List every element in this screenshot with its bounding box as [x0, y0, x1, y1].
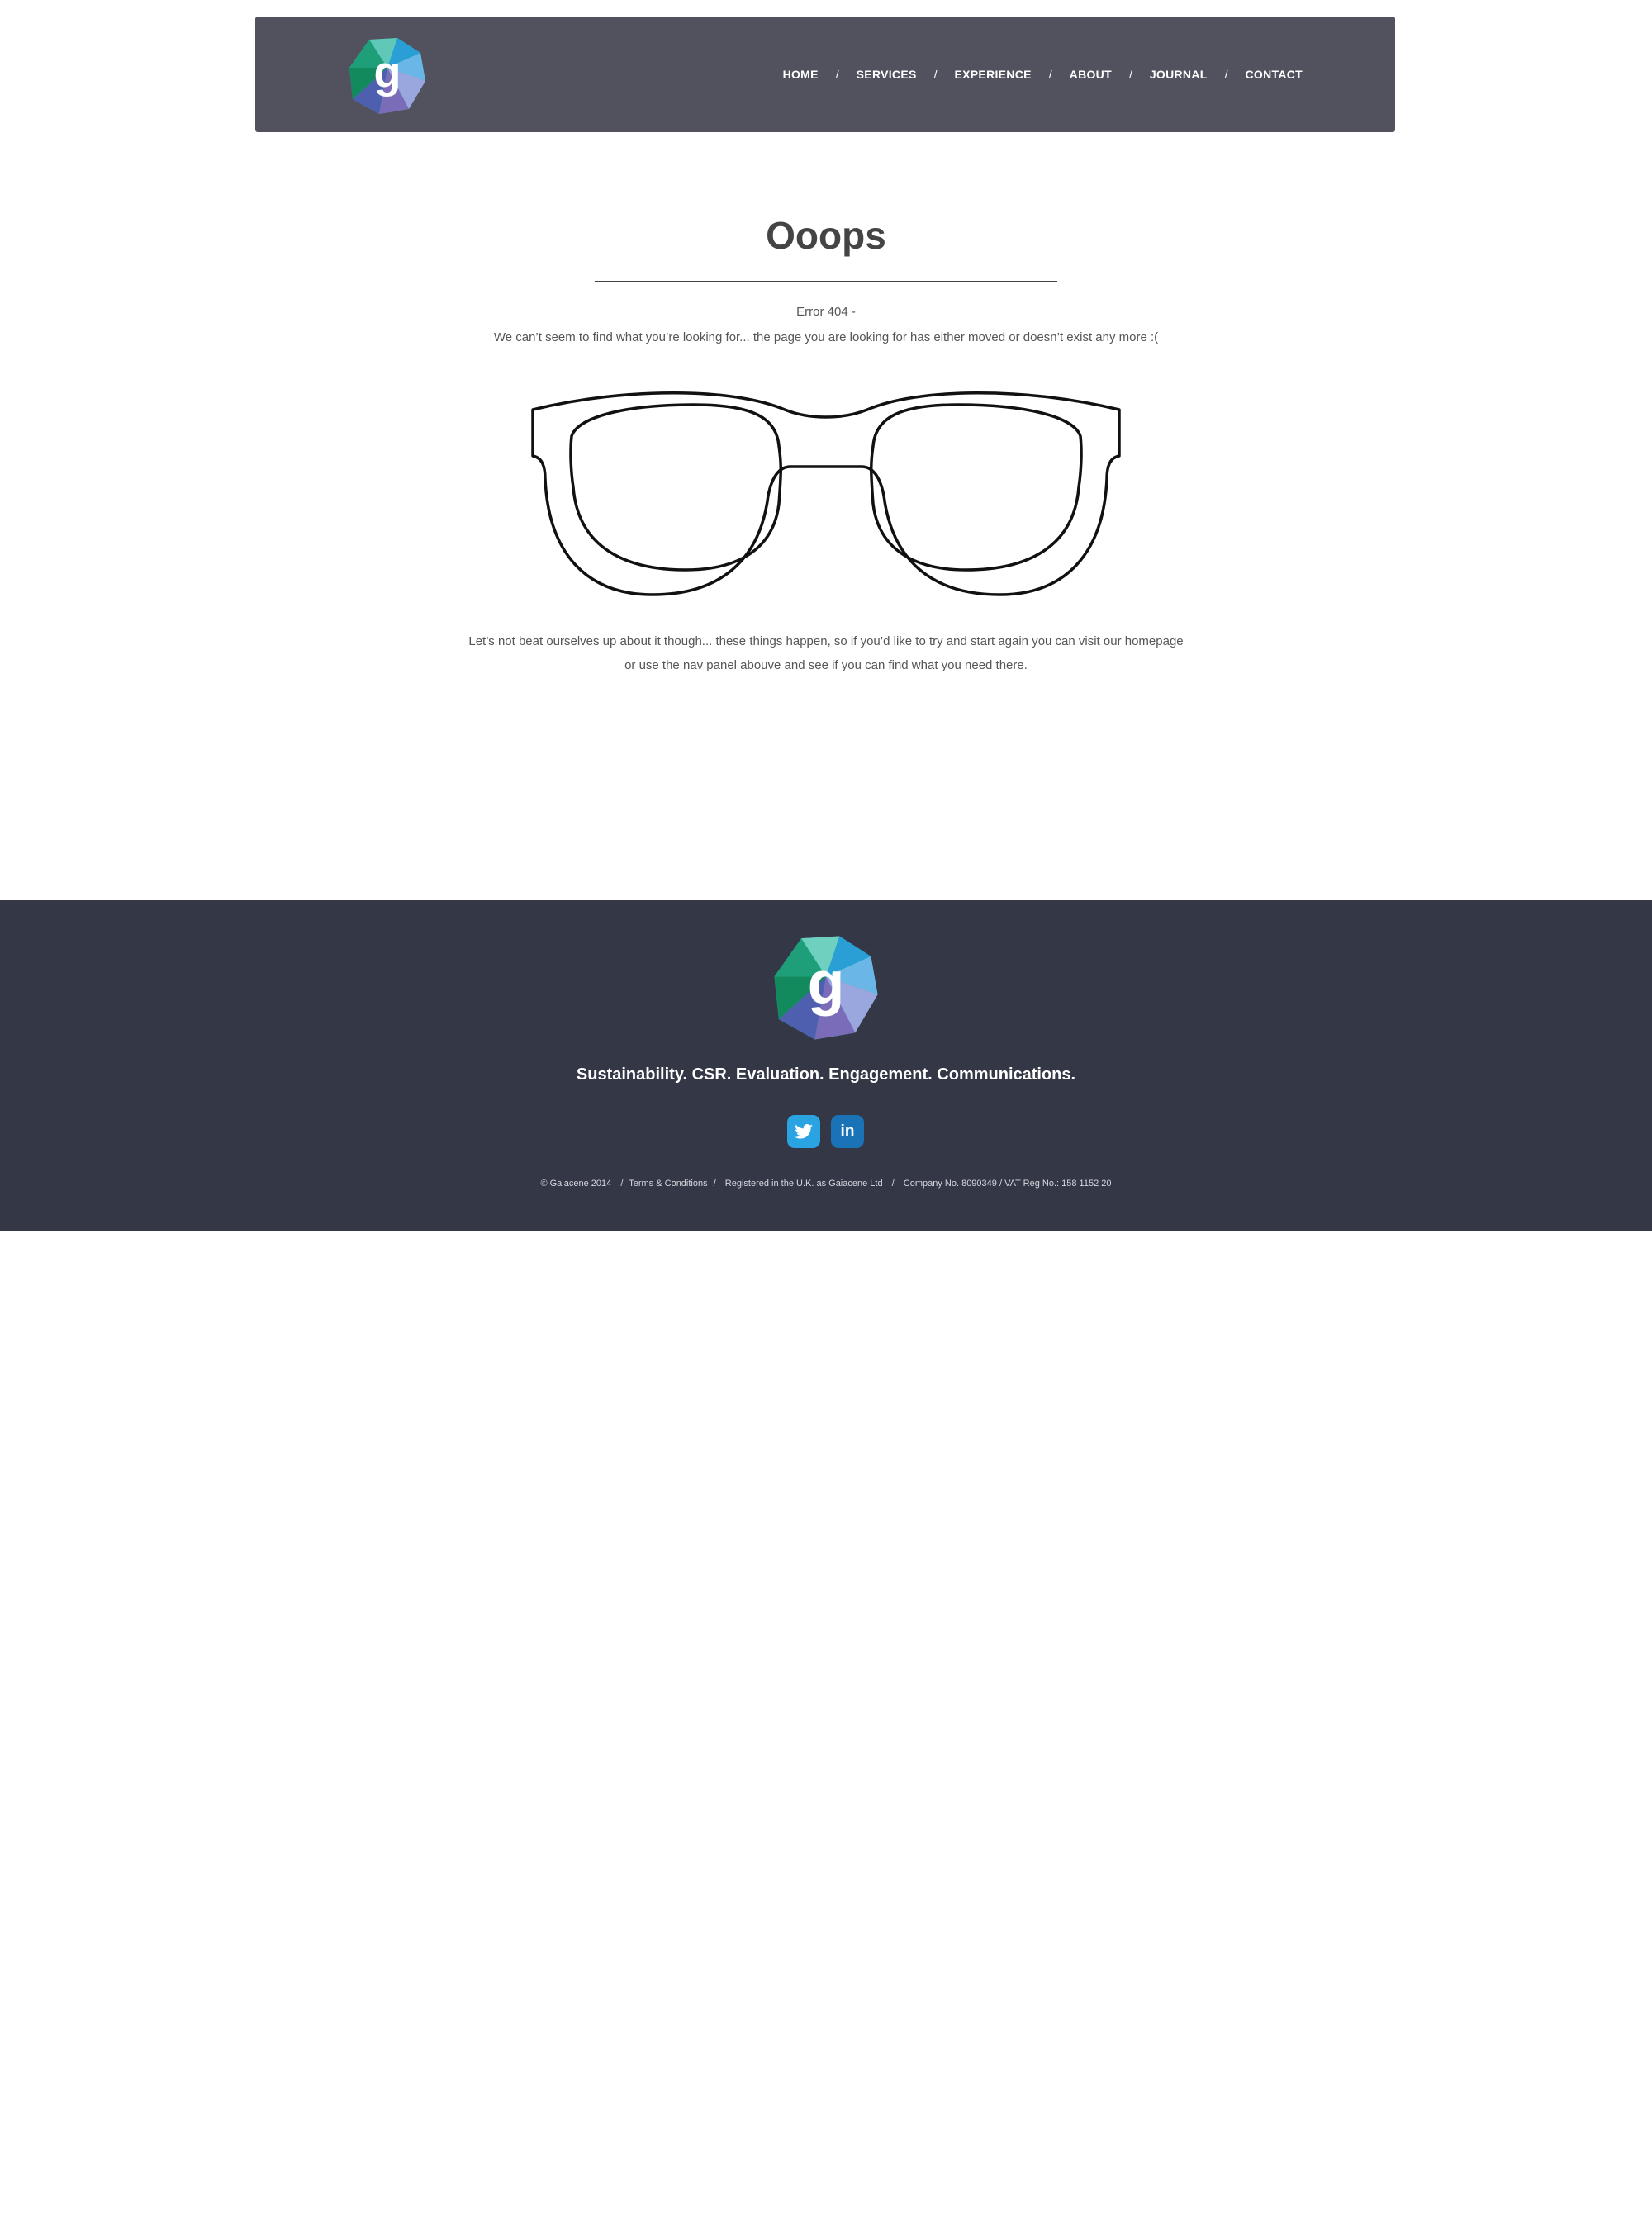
copyright-text: © Gaiacene 2014 [540, 1179, 612, 1189]
page-title: Ooops [766, 214, 886, 257]
gaiacene-logo[interactable]: g [346, 35, 429, 117]
nav-contact[interactable]: CONTACT [1246, 68, 1303, 81]
error-message: We can’t seem to find what you’re lookin… [493, 330, 1159, 344]
legal-separator: / [891, 1179, 895, 1189]
company-number-text: Company No. 8090349 / VAT Reg No.: 158 1… [903, 1179, 1112, 1189]
linkedin-button[interactable]: in [831, 1115, 864, 1148]
nav-about[interactable]: ABOUT [1070, 68, 1112, 81]
nav-services[interactable]: SERVICES [857, 68, 917, 81]
svg-text:g: g [374, 48, 401, 97]
site-header: g HOME / SERVICES / EXPERIENCE / ABOUT /… [255, 17, 1395, 132]
legal-separator: / [620, 1179, 624, 1189]
nav-journal[interactable]: JOURNAL [1150, 68, 1208, 81]
title-divider [595, 281, 1057, 282]
glasses-illustration [531, 391, 1121, 596]
site-footer: g Sustainability. CSR. Evaluation. Engag… [0, 900, 1652, 1231]
legal-line: © Gaiacene 2014 / Terms & Conditions / R… [0, 1179, 1652, 1189]
nav-experience[interactable]: EXPERIENCE [955, 68, 1032, 81]
nav-separator: / [835, 68, 839, 81]
nav-home[interactable]: HOME [783, 68, 819, 81]
main-nav: HOME / SERVICES / EXPERIENCE / ABOUT / J… [783, 17, 1303, 132]
legal-separator: / [713, 1179, 716, 1189]
social-links: in [787, 1115, 864, 1148]
registration-text: Registered in the U.K. as Gaiacene Ltd [724, 1179, 883, 1189]
footer-tagline: Sustainability. CSR. Evaluation. Engagem… [576, 1065, 1076, 1084]
twitter-button[interactable] [787, 1115, 820, 1148]
nav-separator: / [1048, 68, 1052, 81]
twitter-icon [795, 1124, 813, 1139]
nav-separator: / [933, 68, 938, 81]
nav-separator: / [1224, 68, 1228, 81]
body-text-line-1: Let’s not beat ourselves up about it tho… [468, 634, 1184, 648]
body-text-line-2: or use the nav panel abouve and see if y… [624, 658, 1028, 672]
linkedin-icon: in [840, 1122, 855, 1140]
svg-text:g: g [808, 949, 845, 1017]
terms-link[interactable]: Terms & Conditions [629, 1179, 707, 1189]
gaiacene-footer-logo[interactable]: g [770, 932, 882, 1044]
nav-separator: / [1128, 68, 1132, 81]
error-code: Error 404 - [796, 305, 856, 319]
